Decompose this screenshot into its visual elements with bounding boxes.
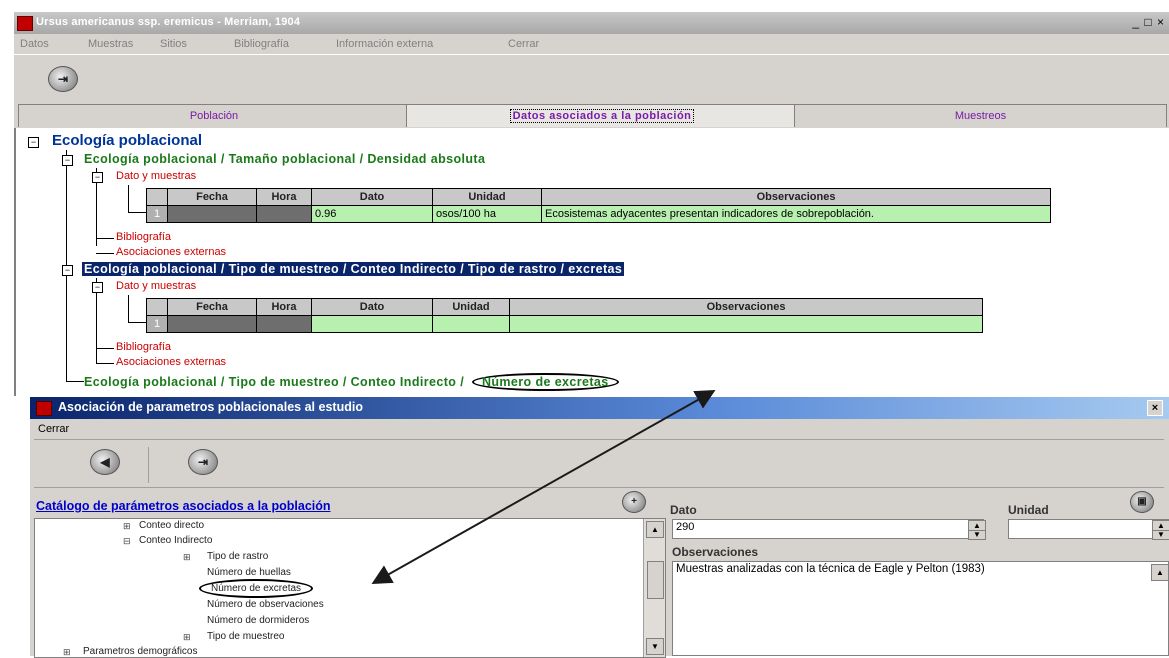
annotation-arrow: [371, 390, 716, 584]
